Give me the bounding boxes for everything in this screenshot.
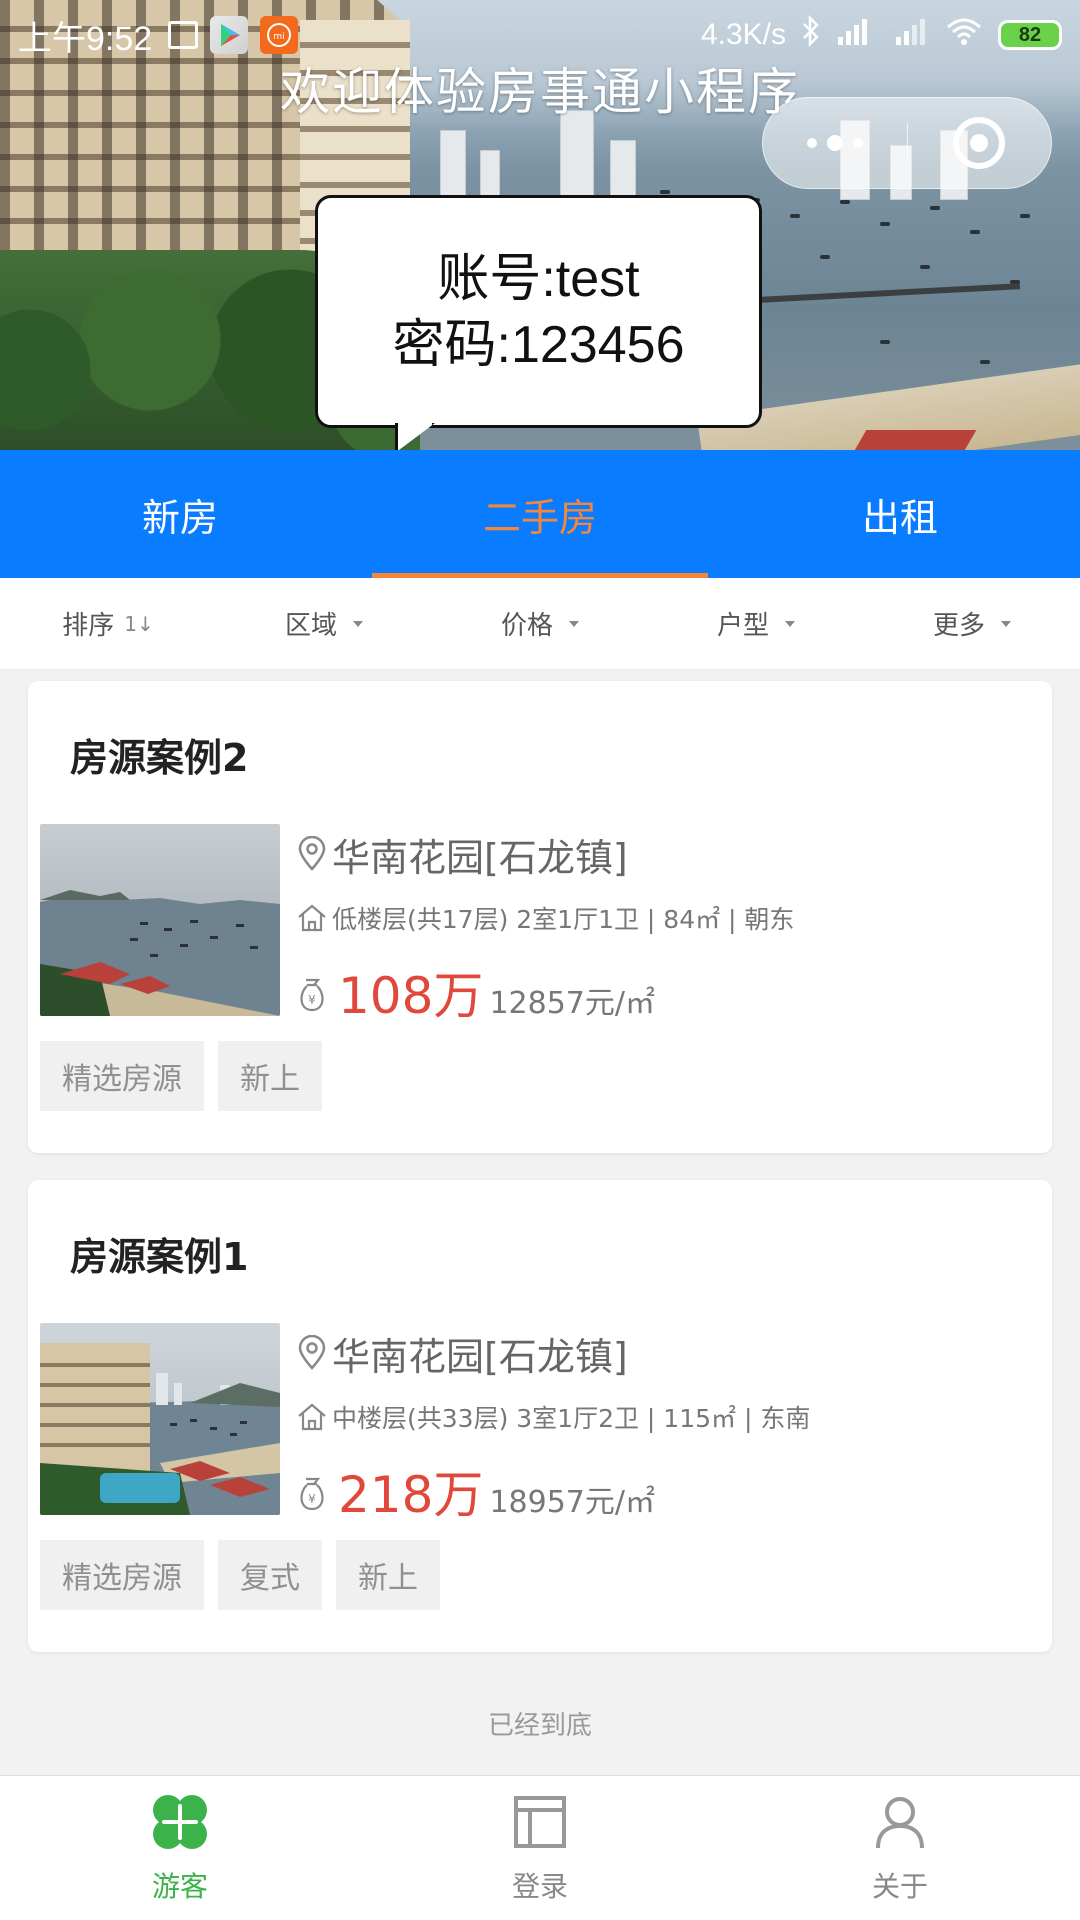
listing-unit-price: 18957元/㎡ bbox=[489, 1485, 655, 1520]
clover-icon bbox=[150, 1792, 210, 1859]
nav-label: 关于 bbox=[871, 1869, 928, 1903]
filter-area[interactable]: 区域 bbox=[216, 605, 432, 642]
listing-card[interactable]: 房源案例2 华南花园[石龙镇] 低楼层(共17层) 2室1厅1卫 | 84㎡ |… bbox=[28, 681, 1052, 1153]
listing-tags: 精选房源 复式 新上 bbox=[40, 1540, 440, 1610]
listing-tag: 新上 bbox=[336, 1540, 440, 1610]
network-speed: 4.3K/s bbox=[700, 18, 786, 51]
svg-text:¥: ¥ bbox=[308, 1492, 316, 1506]
listing-photo[interactable] bbox=[40, 824, 280, 1016]
money-bag-icon: ¥ bbox=[296, 1476, 328, 1512]
password-text: 密码:123456 bbox=[392, 315, 685, 374]
listing-tag: 精选房源 bbox=[40, 1540, 204, 1610]
listing-photo[interactable] bbox=[40, 1323, 280, 1515]
signal-icon-2 bbox=[894, 15, 930, 55]
bluetooth-icon bbox=[800, 14, 822, 55]
more-icon[interactable] bbox=[763, 135, 907, 151]
listing-unit-price: 12857元/㎡ bbox=[489, 986, 655, 1021]
listing-tag: 复式 bbox=[218, 1540, 322, 1610]
listing-spec: 低楼层(共17层) 2室1厅1卫 | 84㎡ | 朝东 bbox=[332, 905, 795, 934]
caret-down-icon bbox=[353, 620, 363, 627]
nav-label: 登录 bbox=[511, 1869, 568, 1903]
listing-location: 华南花园[石龙镇] bbox=[332, 835, 628, 880]
notification-icon bbox=[168, 21, 199, 49]
listing-tags: 精选房源 新上 bbox=[40, 1041, 322, 1111]
filter-more[interactable]: 更多 bbox=[864, 605, 1080, 642]
listing-card[interactable]: 房源案例1 华南花园[石龙镇] 中楼层(共33层) 3室1厅2卫 | 115㎡ … bbox=[28, 1180, 1052, 1652]
listing-price: 218万 bbox=[338, 1466, 484, 1524]
sort-icon: 1↓ bbox=[124, 611, 154, 636]
end-of-list-text: 已经到底 bbox=[487, 1711, 592, 1741]
miniprogram-capsule[interactable] bbox=[762, 97, 1052, 189]
caret-down-icon bbox=[569, 620, 579, 627]
battery-icon: 82 bbox=[998, 20, 1062, 50]
close-miniprogram-icon[interactable] bbox=[907, 117, 1051, 169]
filter-bar: 排序 1↓ 区域 价格 户型 更多 bbox=[0, 578, 1080, 670]
listing-title: 房源案例2 bbox=[70, 736, 249, 780]
svg-text:¥: ¥ bbox=[308, 993, 316, 1007]
tab-second-hand[interactable]: 二手房 bbox=[360, 450, 720, 578]
nav-visitor[interactable]: 游客 bbox=[0, 1776, 360, 1920]
signal-icon bbox=[836, 15, 880, 55]
location-pin-icon bbox=[296, 1335, 328, 1371]
svg-text:mi: mi bbox=[274, 32, 285, 42]
nav-login[interactable]: 登录 bbox=[360, 1776, 720, 1920]
listing-spec: 中楼层(共33层) 3室1厅2卫 | 115㎡ | 东南 bbox=[332, 1404, 811, 1433]
listing-tag: 新上 bbox=[218, 1041, 322, 1111]
listing-tag: 精选房源 bbox=[40, 1041, 204, 1111]
wifi-icon bbox=[944, 15, 984, 55]
filter-layout[interactable]: 户型 bbox=[648, 605, 864, 642]
nav-label: 游客 bbox=[151, 1869, 208, 1903]
category-tabs: 新房 二手房 出租 bbox=[0, 450, 1080, 578]
house-icon bbox=[296, 1402, 328, 1432]
house-icon bbox=[296, 903, 328, 933]
nav-about[interactable]: 关于 bbox=[720, 1776, 1080, 1920]
tab-new-house[interactable]: 新房 bbox=[0, 450, 360, 578]
mi-icon: mi bbox=[260, 16, 299, 54]
filter-price[interactable]: 价格 bbox=[432, 605, 648, 642]
tab-rent[interactable]: 出租 bbox=[720, 450, 1080, 578]
credentials-callout: 账号:test 密码:123456 bbox=[315, 195, 762, 428]
play-store-icon bbox=[210, 16, 249, 54]
account-text: 账号:test bbox=[437, 249, 640, 308]
person-icon bbox=[870, 1792, 930, 1859]
caret-down-icon bbox=[1001, 620, 1011, 627]
filter-sort[interactable]: 排序 1↓ bbox=[0, 605, 216, 642]
listing-title: 房源案例1 bbox=[70, 1235, 249, 1279]
listing-price: 108万 bbox=[338, 967, 484, 1025]
money-bag-icon: ¥ bbox=[296, 977, 328, 1013]
caret-down-icon bbox=[785, 620, 795, 627]
listing-location: 华南花园[石龙镇] bbox=[332, 1334, 628, 1379]
bottom-nav: 游客 登录 关于 bbox=[0, 1775, 1080, 1920]
layout-icon bbox=[510, 1792, 570, 1859]
location-pin-icon bbox=[296, 836, 328, 872]
